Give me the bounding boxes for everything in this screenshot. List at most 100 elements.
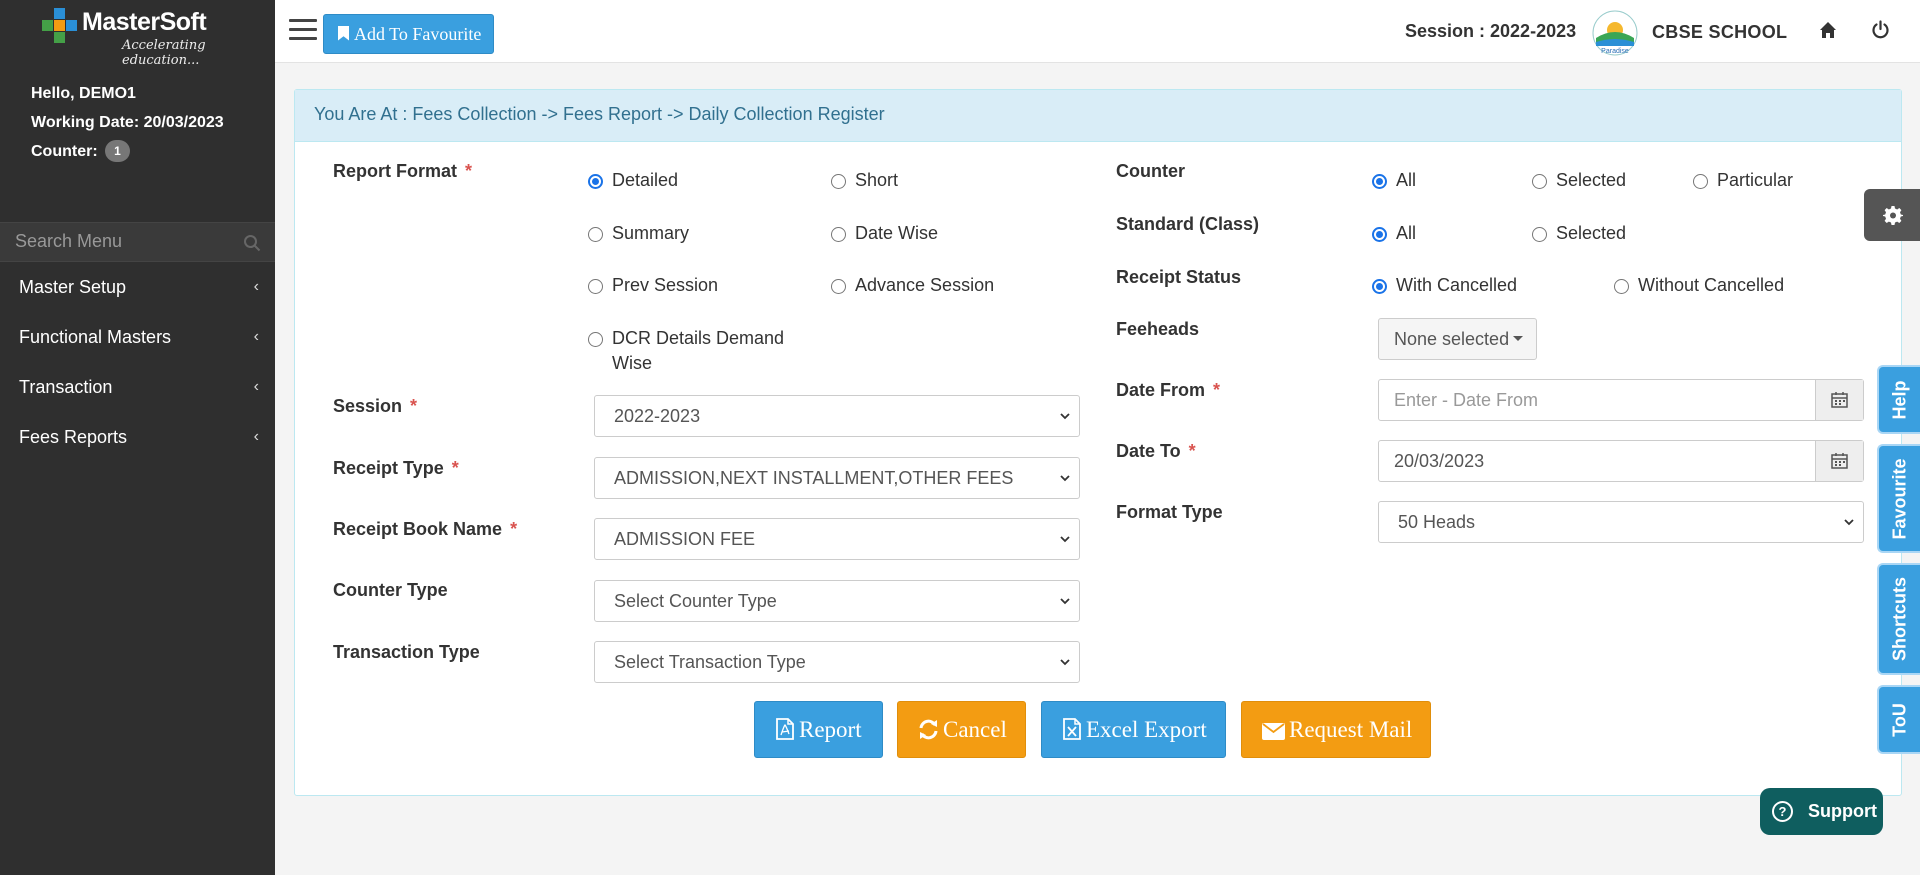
date-to-calendar-button[interactable] [1815, 441, 1863, 481]
sidebar-item-fees-reports[interactable]: Fees Reports ‹ [0, 412, 275, 462]
radio-without-cancelled[interactable]: Without Cancelled [1614, 273, 1784, 298]
radio-prev-session[interactable]: Prev Session [588, 273, 718, 298]
radio-with-cancelled[interactable]: With Cancelled [1372, 273, 1517, 298]
chevron-down-icon [1060, 475, 1070, 482]
cancel-label: Cancel [943, 717, 1007, 742]
counter-label: Counter: [31, 143, 98, 160]
feeheads-multiselect[interactable]: None selected [1378, 318, 1537, 360]
radio-label: DCR Details Demand Wise [612, 328, 785, 373]
radio-label: Without Cancelled [1638, 275, 1785, 295]
envelope-icon [1262, 723, 1285, 740]
receipt-status-label: Receipt Status [1116, 267, 1242, 287]
calendar-icon [1831, 453, 1848, 469]
counter-label: Counter [1116, 161, 1185, 181]
search-menu-input[interactable] [15, 231, 235, 252]
settings-tab[interactable] [1864, 189, 1920, 241]
calendar-icon [1831, 392, 1848, 408]
session-text: Session : 2022-2023 [1405, 21, 1577, 41]
radio-label: Summary [612, 223, 690, 243]
hamburger-menu-icon[interactable] [289, 19, 317, 41]
sidebar-item-label: Functional Masters [19, 327, 172, 347]
radio-dcr-details-demand-wise[interactable]: DCR Details Demand Wise [588, 326, 788, 376]
date-to-input[interactable] [1379, 441, 1863, 481]
shortcuts-tab[interactable]: Shortcuts [1877, 563, 1920, 675]
counter-type-label: Counter Type [333, 580, 448, 600]
radio-label: Date Wise [855, 223, 939, 243]
date-from-field [1378, 379, 1864, 421]
brand-logo[interactable]: MasterSoft Accelerating education... [42, 6, 242, 68]
report-panel: You Are At : Fees Collection -> Fees Rep… [294, 89, 1902, 796]
add-to-favourite-button[interactable]: Add To Favourite [323, 14, 494, 54]
radio-detailed[interactable]: Detailed [588, 168, 678, 193]
standard-class-label: Standard (Class) [1116, 214, 1260, 234]
radio-counter-selected[interactable]: Selected [1532, 168, 1626, 193]
date-from-label: Date From * [1116, 380, 1221, 400]
chevron-down-icon [1060, 659, 1070, 666]
tou-tab[interactable]: ToU [1877, 685, 1920, 754]
excel-export-button[interactable]: Excel Export [1041, 701, 1226, 758]
breadcrumb: You Are At : Fees Collection -> Fees Rep… [295, 90, 1901, 142]
feeheads-label: Feeheads [1116, 319, 1200, 339]
sidebar-item-functional-masters[interactable]: Functional Masters ‹ [0, 312, 275, 362]
cancel-button[interactable]: Cancel [897, 701, 1026, 758]
radio-counter-all[interactable]: All [1372, 168, 1416, 193]
mastersoft-logo-icon [42, 8, 77, 43]
transaction-type-select[interactable]: Select Transaction Type [594, 641, 1080, 683]
transaction-type-label: Transaction Type [333, 642, 480, 662]
brand-tagline: Accelerating education... [122, 38, 206, 68]
chevron-down-icon [1060, 536, 1070, 543]
search-menu [0, 222, 275, 262]
brand-name: MasterSoft [82, 8, 207, 36]
report-button[interactable]: Report [754, 701, 883, 758]
report-label: Report [799, 717, 862, 742]
favourite-tab[interactable]: Favourite [1877, 444, 1920, 553]
chevron-left-icon: ‹ [253, 428, 259, 445]
sidebar-item-master-setup[interactable]: Master Setup ‹ [0, 262, 275, 312]
school-name: CBSE SCHOOL [1652, 22, 1788, 42]
radio-date-wise[interactable]: Date Wise [831, 221, 938, 246]
counter-type-select[interactable]: Select Counter Type [594, 580, 1080, 622]
file-excel-icon [1063, 718, 1081, 740]
search-icon[interactable] [243, 234, 261, 252]
radio-label: Prev Session [612, 275, 719, 295]
radio-standard-all[interactable]: All [1372, 221, 1416, 246]
help-tab[interactable]: Help [1877, 365, 1920, 434]
power-icon[interactable] [1871, 20, 1890, 39]
receipt-book-name-label: Receipt Book Name * [333, 519, 518, 539]
home-icon[interactable] [1819, 21, 1837, 39]
radio-advance-session[interactable]: Advance Session [831, 273, 994, 298]
chevron-down-icon [1844, 519, 1854, 526]
user-greeting: Hello, DEMO1 [31, 85, 136, 102]
receipt-type-select[interactable]: ADMISSION,NEXT INSTALLMENT,OTHER FEES [594, 457, 1080, 499]
working-date: Working Date: 20/03/2023 [31, 114, 224, 131]
request-mail-button[interactable]: Request Mail [1241, 701, 1431, 758]
request-mail-label: Request Mail [1289, 717, 1413, 742]
support-label: Support [1808, 801, 1877, 821]
date-from-input[interactable] [1379, 380, 1863, 420]
radio-label: With Cancelled [1396, 275, 1518, 295]
support-button[interactable]: ? Support [1760, 788, 1883, 835]
receipt-book-name-select[interactable]: ADMISSION FEE [594, 518, 1080, 560]
chevron-left-icon: ‹ [253, 278, 259, 295]
radio-summary[interactable]: Summary [588, 221, 689, 246]
radio-standard-selected[interactable]: Selected [1532, 221, 1626, 246]
counter-badge: 1 [105, 140, 130, 162]
school-logo-text: Paradise [1601, 48, 1629, 55]
format-type-select[interactable]: 50 Heads [1378, 501, 1864, 543]
sidebar-item-label: Master Setup [19, 277, 127, 297]
date-to-label: Date To * [1116, 441, 1196, 461]
bookmark-icon [338, 25, 349, 41]
sidebar-menu: Master Setup ‹ Functional Masters ‹ Tran… [0, 262, 275, 462]
radio-counter-particular[interactable]: Particular [1693, 168, 1793, 193]
user-info: Hello, DEMO1 Working Date: 20/03/2023 Co… [31, 79, 224, 166]
gear-icon [1883, 206, 1903, 225]
chevron-left-icon: ‹ [253, 328, 259, 345]
sidebar-item-transaction[interactable]: Transaction ‹ [0, 362, 275, 412]
receipt-type-label: Receipt Type * [333, 458, 459, 478]
session-select[interactable]: 2022-2023 [594, 395, 1080, 437]
date-from-calendar-button[interactable] [1815, 380, 1863, 420]
chevron-left-icon: ‹ [253, 378, 259, 395]
radio-label: Advance Session [855, 275, 995, 295]
radio-short[interactable]: Short [831, 168, 898, 193]
counter-info: Counter: 1 [31, 137, 224, 166]
